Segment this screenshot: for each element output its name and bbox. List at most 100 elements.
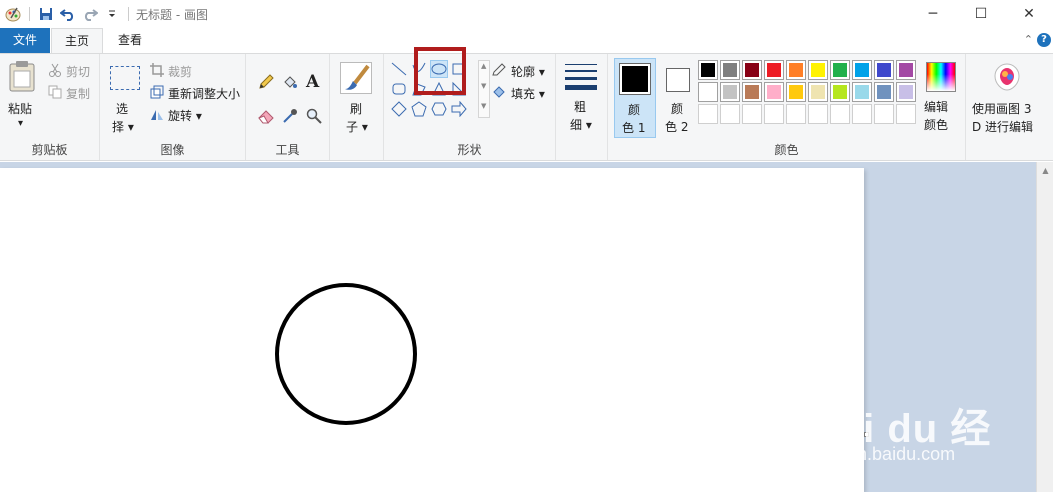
right-arrow-shape-icon[interactable] [450,100,468,118]
paste-button[interactable]: 粘贴 ▾ [4,58,40,134]
oval-tool-highlight-frame [414,47,466,95]
palette-custom-slot[interactable] [720,104,740,124]
window-controls: ─ ☐ ✕ [909,0,1053,28]
swatch-fill [701,85,715,99]
resize-button[interactable]: 重新调整大小 [150,84,244,102]
size-button[interactable]: 粗 细 ▾ [564,60,600,138]
maximize-button[interactable]: ☐ [957,0,1005,28]
rotate-button[interactable]: 旋转 ▾ [150,106,210,124]
save-icon[interactable] [37,5,55,23]
palette-color-swatch[interactable] [830,60,850,80]
ribbon-tab-row: 文件 主页 查看 ⌃ ? [0,28,1053,54]
canvas-resize-handle[interactable] [864,432,869,437]
fill-bucket-icon[interactable] [282,74,298,93]
scroll-down-icon[interactable]: ▼ [481,82,486,90]
color1-fill [622,66,648,92]
size-label: 粗 [574,100,587,114]
palette-custom-slot[interactable] [896,104,916,124]
expand-gallery-icon[interactable]: ▼ [481,102,486,110]
color2-button[interactable]: 颜 色 2 [658,58,700,138]
eraser-icon[interactable] [258,108,274,127]
colors-group-label: 颜色 [774,143,799,157]
palette-color-swatch[interactable] [742,82,762,102]
palette-color-swatch[interactable] [852,82,872,102]
redo-icon[interactable] [81,5,99,23]
rotate-label: 旋转 ▾ [168,109,202,123]
palette-color-swatch[interactable] [786,82,806,102]
minimize-button[interactable]: ─ [909,0,957,28]
palette-custom-slot[interactable] [830,104,850,124]
clipboard-group-label: 剪贴板 [31,143,68,157]
text-tool-icon[interactable]: A [306,72,319,92]
palette-color-swatch[interactable] [786,60,806,80]
copy-label: 复制 [66,87,91,101]
crop-icon [150,63,164,80]
palette-color-swatch[interactable] [698,82,718,102]
palette-color-swatch[interactable] [720,82,740,102]
palette-custom-slot[interactable] [742,104,762,124]
tab-home[interactable]: 主页 [51,28,103,54]
swatch-fill [723,85,737,99]
palette-color-swatch[interactable] [698,60,718,80]
tab-file[interactable]: 文件 [0,28,50,53]
shapes-scroll[interactable]: ▲ ▼ ▼ [478,60,490,118]
customize-qat-icon[interactable] [103,5,121,23]
swatch-fill [877,63,891,77]
palette-custom-slot[interactable] [852,104,872,124]
palette-custom-slot[interactable] [786,104,806,124]
line-shape-icon[interactable] [390,60,408,78]
palette-color-swatch[interactable] [742,60,762,80]
swatch-fill [855,85,869,99]
window-title: 无标题 - 画图 [136,7,208,22]
tab-view[interactable]: 查看 [104,28,156,53]
ribbon: 粘贴 ▾ 剪切 复制 剪贴板 选 择 ▾ 裁剪 重新调整大小 旋转 ▾ 图像 A… [0,53,1053,161]
edit-colors-button[interactable]: 编辑 颜色 [920,60,964,138]
close-button[interactable]: ✕ [1005,0,1053,28]
select-label: 选 [116,102,129,116]
palette-custom-slot[interactable] [808,104,828,124]
paint-app-icon[interactable] [4,5,22,23]
crop-button[interactable]: 裁剪 [150,62,210,80]
help-icon[interactable]: ? [1037,33,1051,47]
select-rectangle-icon [110,66,140,90]
palette-color-swatch[interactable] [830,82,850,102]
palette-custom-slot[interactable] [764,104,784,124]
palette-color-swatch[interactable] [808,60,828,80]
diamond-shape-icon[interactable] [390,100,408,118]
magnifier-icon[interactable] [306,108,322,127]
pentagon-shape-icon[interactable] [410,100,428,118]
palette-color-swatch[interactable] [852,60,872,80]
palette-color-swatch[interactable] [764,60,784,80]
swatch-fill [811,63,825,77]
palette-color-swatch[interactable] [808,82,828,102]
paint3d-icon [992,62,1022,95]
palette-color-swatch[interactable] [874,60,894,80]
rotate-icon [150,107,164,124]
title-bar: 无标题 - 画图 ─ ☐ ✕ [0,0,1053,28]
pencil-icon[interactable] [258,74,274,93]
palette-color-swatch[interactable] [896,82,916,102]
color1-button[interactable]: 颜 色 1 [614,58,656,138]
select-button[interactable]: 选 择 ▾ [106,62,142,134]
rounded-rectangle-shape-icon[interactable] [390,80,408,98]
drawing-canvas[interactable] [0,168,864,492]
palette-custom-slot[interactable] [698,104,718,124]
collapse-ribbon-icon[interactable]: ⌃ [1024,33,1033,46]
vertical-scrollbar[interactable]: ▲ [1036,162,1053,492]
palette-color-swatch[interactable] [720,60,740,80]
palette-color-swatch[interactable] [764,82,784,102]
outline-button[interactable]: 轮廓 ▾ [492,62,554,80]
copy-button[interactable]: 复制 [48,84,96,102]
scroll-up-icon[interactable]: ▲ [481,62,486,70]
color-picker-icon[interactable] [282,108,298,127]
edit-with-paint3d-button[interactable]: 使用画图 3 D 进行编辑 [970,60,1046,140]
hexagon-shape-icon[interactable] [430,100,448,118]
brushes-button[interactable]: 刷 子 ▾ [338,60,376,136]
palette-color-swatch[interactable] [874,82,894,102]
cut-button[interactable]: 剪切 [48,62,96,80]
palette-custom-slot[interactable] [874,104,894,124]
palette-color-swatch[interactable] [896,60,916,80]
scroll-up-arrow-icon[interactable]: ▲ [1037,162,1053,179]
undo-icon[interactable] [59,5,77,23]
fill-button[interactable]: 填充 ▾ [492,84,554,102]
